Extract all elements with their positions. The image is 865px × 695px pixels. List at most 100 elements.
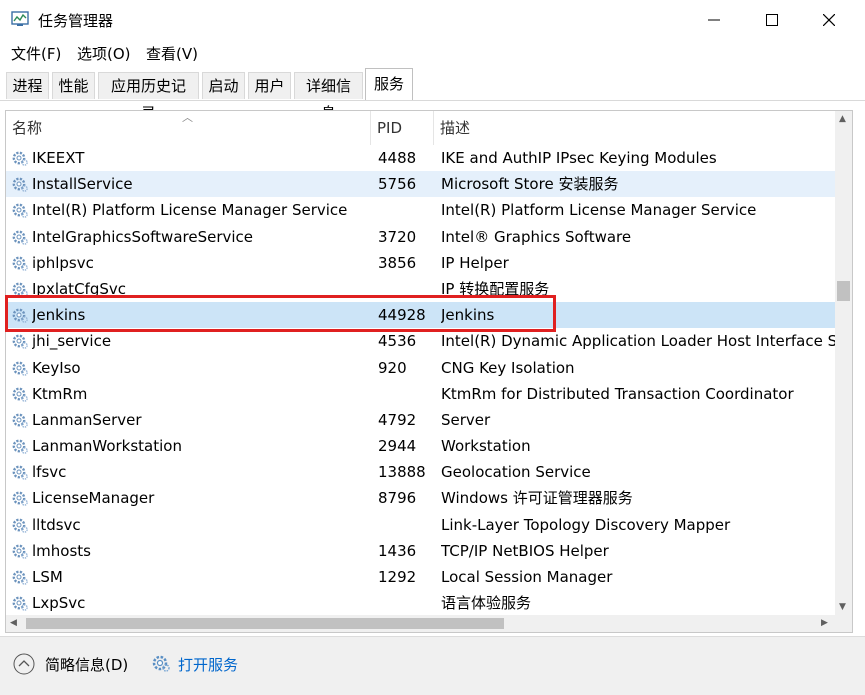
service-name: LxpSvc (32, 594, 86, 613)
service-gear-icon (12, 334, 28, 350)
table-row[interactable]: lltdsvc Link-Layer Topology Discovery Map… (6, 512, 836, 538)
service-name: lfsvc (32, 463, 67, 482)
table-row[interactable]: IntelGraphicsSoftwareService 3720 Intel® G… (6, 224, 836, 250)
tab-performance[interactable]: 性能 (52, 72, 95, 99)
scroll-down-icon[interactable]: ▼ (839, 602, 846, 612)
service-name: lmhosts (32, 541, 91, 560)
service-description: Geolocation Service (441, 463, 591, 482)
table-row[interactable]: LanmanServer 4792 Server (6, 407, 836, 433)
horizontal-scroll-thumb[interactable] (26, 618, 504, 629)
service-name: LanmanServer (32, 410, 142, 429)
service-description: Workstation (441, 437, 531, 456)
service-pid: 4792 (378, 410, 417, 429)
service-pid: 1292 (378, 568, 417, 586)
service-description: Intel® Graphics Software (441, 227, 632, 246)
service-description: TCP/IP NetBIOS Helper (441, 541, 609, 560)
title-bar: 任务管理器 (0, 0, 865, 40)
service-gear-icon (12, 465, 28, 481)
close-button[interactable] (800, 0, 858, 40)
scroll-right-icon[interactable]: ▶ (821, 618, 828, 628)
service-pid: 1436 (378, 541, 417, 560)
tab-details[interactable]: 详细信息 (294, 72, 363, 122)
service-pid: 4488 (378, 149, 417, 167)
service-name: jhi_service (32, 332, 112, 351)
table-row[interactable]: KtmRm KtmRm for Distributed Transaction C… (6, 381, 836, 407)
vertical-scrollbar[interactable]: ▲ ▼ (835, 111, 852, 617)
service-gear-icon (12, 518, 28, 533)
service-gear-icon (12, 544, 28, 559)
table-row[interactable]: jhi_service 4536 Intel(R) Dynamic Applicat… (6, 328, 836, 354)
tab-app-history[interactable]: 应用历史记录 (98, 72, 199, 122)
minimize-button[interactable] (685, 0, 743, 40)
column-header-name[interactable]: 名称 (6, 111, 370, 145)
service-pid: 3720 (378, 227, 417, 246)
table-row[interactable]: lmhosts 1436 TCP/IP NetBIOS Helper (6, 538, 836, 564)
service-gear-icon (12, 570, 28, 585)
service-description: Intel(R) Platform License Manager Servic… (441, 201, 757, 220)
service-gear-icon (12, 203, 28, 219)
service-name: lltdsvc (32, 515, 81, 534)
service-pid: 4536 (378, 332, 417, 351)
service-description: KtmRm for Distributed Transaction Coordi… (441, 384, 794, 403)
menu-options[interactable]: 选项(O) (77, 43, 131, 64)
service-gear-icon (12, 361, 28, 376)
scroll-left-icon[interactable]: ◀ (10, 618, 17, 628)
service-name: KeyIso (32, 358, 81, 377)
service-pid: 2944 (378, 437, 417, 456)
service-pid: 3856 (378, 253, 417, 272)
service-gear-icon (12, 596, 28, 611)
menu-view[interactable]: 查看(V) (146, 43, 198, 64)
service-name: IntelGraphicsSoftwareService (32, 227, 254, 246)
service-name: IKEEXT (32, 149, 85, 167)
maximize-icon (766, 14, 778, 26)
service-description: IKE and AuthIP IPsec Keying Modules (441, 149, 717, 167)
window-title: 任务管理器 (38, 12, 114, 30)
service-description: 语言体验服务 (441, 594, 532, 613)
services-gear-icon (152, 655, 170, 672)
table-row[interactable]: LxpSvc 语言体验服务 (6, 590, 836, 616)
service-gear-icon (12, 177, 28, 192)
scrollbar-corner (835, 615, 852, 632)
table-row[interactable]: IKEEXT 4488 IKE and AuthIP IPsec Keying Mo… (6, 145, 836, 171)
service-gear-icon (12, 413, 28, 428)
maximize-button[interactable] (743, 0, 801, 40)
vertical-scroll-thumb[interactable] (837, 281, 850, 301)
tab-processes[interactable]: 进程 (6, 72, 49, 99)
collapse-chevron-icon[interactable] (13, 653, 35, 675)
table-row[interactable]: lfsvc 13888 Geolocation Service (6, 459, 836, 485)
table-row[interactable]: LicenseManager 8796 Windows 许可证管理器服务 (6, 485, 836, 511)
service-description: IP Helper (441, 253, 509, 272)
fewer-details-button[interactable]: 简略信息(D) (45, 654, 128, 675)
open-services-link[interactable]: 打开服务 (178, 654, 238, 675)
task-manager-icon (11, 11, 29, 26)
tab-startup[interactable]: 启动 (202, 72, 245, 99)
annotation-highlight-box (5, 295, 556, 332)
table-row[interactable]: iphlpsvc 3856 IP Helper (6, 250, 836, 276)
column-header-pid[interactable]: PID (371, 111, 433, 145)
tab-users[interactable]: 用户 (248, 72, 291, 99)
menu-file[interactable]: 文件(F) (11, 43, 61, 64)
minimize-icon (708, 19, 720, 21)
service-pid: 5756 (378, 175, 417, 194)
table-row[interactable]: Intel(R) Platform License Manager Servic… (6, 197, 836, 223)
tab-services[interactable]: 服务 (365, 68, 413, 100)
table-header: ︿ 名称 PID 描述 (6, 111, 836, 145)
horizontal-scrollbar[interactable]: ◀ ▶ (6, 615, 836, 632)
service-gear-icon (12, 492, 28, 507)
service-gear-icon (12, 230, 28, 245)
service-name: iphlpsvc (32, 253, 94, 272)
service-description: CNG Key Isolation (441, 358, 575, 377)
table-row[interactable]: KeyIso 920 CNG Key Isolation (6, 355, 836, 381)
table-row[interactable]: LSM 1292 Local Session Manager (6, 564, 836, 590)
table-row[interactable]: InstallService 5756 Microsoft Store 安装服务 (6, 171, 836, 198)
service-gear-icon (12, 151, 28, 166)
service-description: Intel(R) Dynamic Application Loader Host… (441, 332, 836, 351)
scroll-up-icon[interactable]: ▲ (839, 114, 846, 124)
service-description: Link-Layer Topology Discovery Mapper (441, 515, 731, 534)
service-name: InstallService (32, 175, 133, 194)
table-body: IKEEXT 4488 IKE and AuthIP IPsec Keying Mo… (6, 145, 836, 617)
column-header-description[interactable]: 描述 (434, 111, 836, 145)
service-gear-icon (12, 387, 28, 402)
service-description: Server (441, 410, 491, 429)
table-row[interactable]: LanmanWorkstation 2944 Workstation (6, 433, 836, 459)
